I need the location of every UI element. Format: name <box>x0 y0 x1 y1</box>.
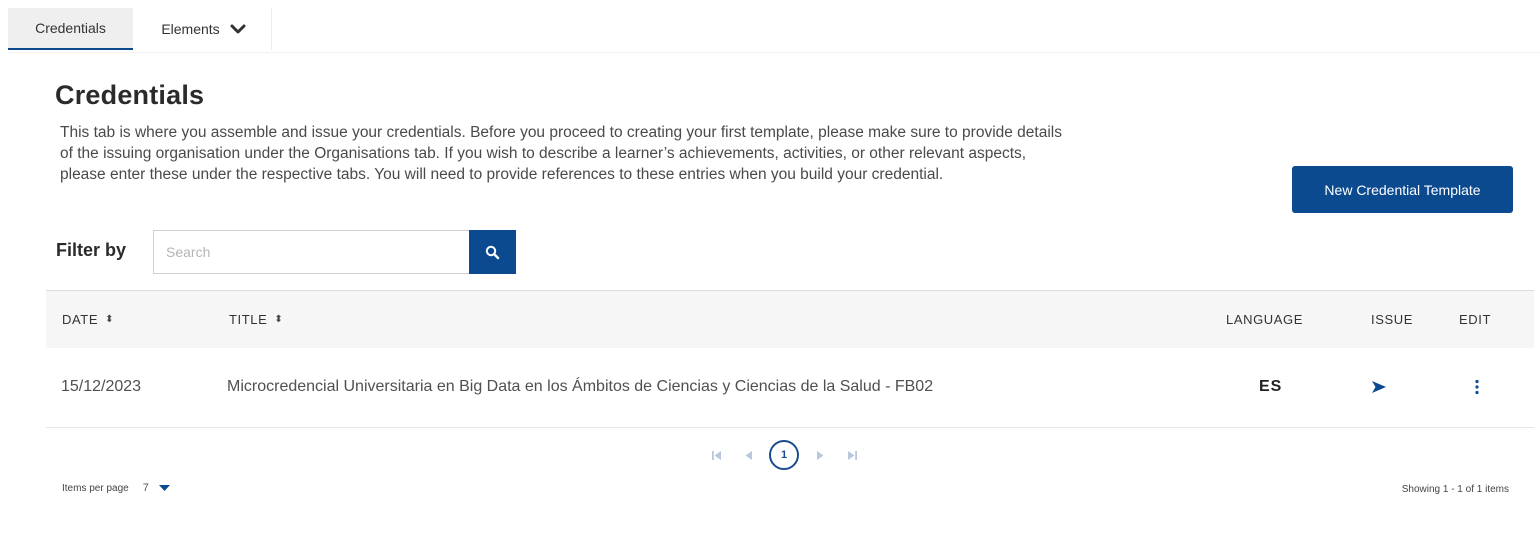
pagination: 1 <box>700 438 868 472</box>
edit-menu-button[interactable] <box>1474 347 1480 427</box>
tab-credentials-label: Credentials <box>35 20 106 36</box>
page-description: This tab is where you assemble and issue… <box>60 124 1062 183</box>
chevron-down-icon <box>230 24 246 34</box>
page-number-button[interactable]: 1 <box>769 440 799 470</box>
kebab-menu-icon <box>1475 379 1479 395</box>
column-header-title[interactable]: TITLE ⬍ <box>229 291 283 348</box>
caret-down-icon <box>158 485 170 491</box>
next-page-button[interactable] <box>810 445 830 465</box>
row-title: Microcredencial Universitaria en Big Dat… <box>227 378 934 395</box>
tab-elements-label: Elements <box>161 21 220 37</box>
column-header-language: LANGUAGE <box>1226 312 1304 327</box>
tab-credentials[interactable]: Credentials <box>8 8 133 50</box>
row-date: 15/12/2023 <box>61 378 142 395</box>
page-title: Credentials <box>55 80 205 110</box>
prev-page-icon <box>745 450 752 460</box>
tab-bar: Credentials Elements <box>8 8 1540 53</box>
items-per-page-value: 7 <box>142 482 149 494</box>
column-header-issue: ISSUE <box>1371 312 1414 327</box>
title-header-label: TITLE <box>229 312 268 327</box>
send-icon <box>1372 381 1386 393</box>
last-page-icon <box>847 450 857 460</box>
search-icon <box>485 245 500 259</box>
sort-icon: ⬍ <box>274 314 284 325</box>
items-per-page-select[interactable]: 7 <box>143 482 171 494</box>
column-header-edit: EDIT <box>1459 312 1492 327</box>
issue-button[interactable] <box>1371 347 1387 427</box>
items-per-page: Items per page 7 <box>62 482 171 494</box>
sort-icon: ⬍ <box>105 314 115 325</box>
table-row: 15/12/2023 Microcredencial Universitaria… <box>46 347 1534 428</box>
prev-page-button[interactable] <box>738 445 758 465</box>
search-input[interactable] <box>153 230 469 274</box>
items-per-page-label: Items per page <box>62 482 129 494</box>
row-language: ES <box>1259 378 1283 395</box>
next-page-icon <box>816 450 823 460</box>
date-header-label: DATE <box>62 312 99 327</box>
first-page-icon <box>711 450 721 460</box>
column-header-date[interactable]: DATE ⬍ <box>62 291 114 348</box>
showing-count: Showing 1 - 1 of 1 items <box>1401 484 1509 495</box>
last-page-button[interactable] <box>842 445 862 465</box>
search-button[interactable] <box>469 230 516 274</box>
filter-label: Filter by <box>56 240 127 260</box>
tab-elements[interactable]: Elements <box>136 8 272 50</box>
table-header: DATE ⬍ TITLE ⬍ LANGUAGE ISSUE EDIT <box>46 290 1534 348</box>
first-page-button[interactable] <box>706 445 726 465</box>
new-credential-template-button[interactable]: New Credential Template <box>1292 166 1513 213</box>
